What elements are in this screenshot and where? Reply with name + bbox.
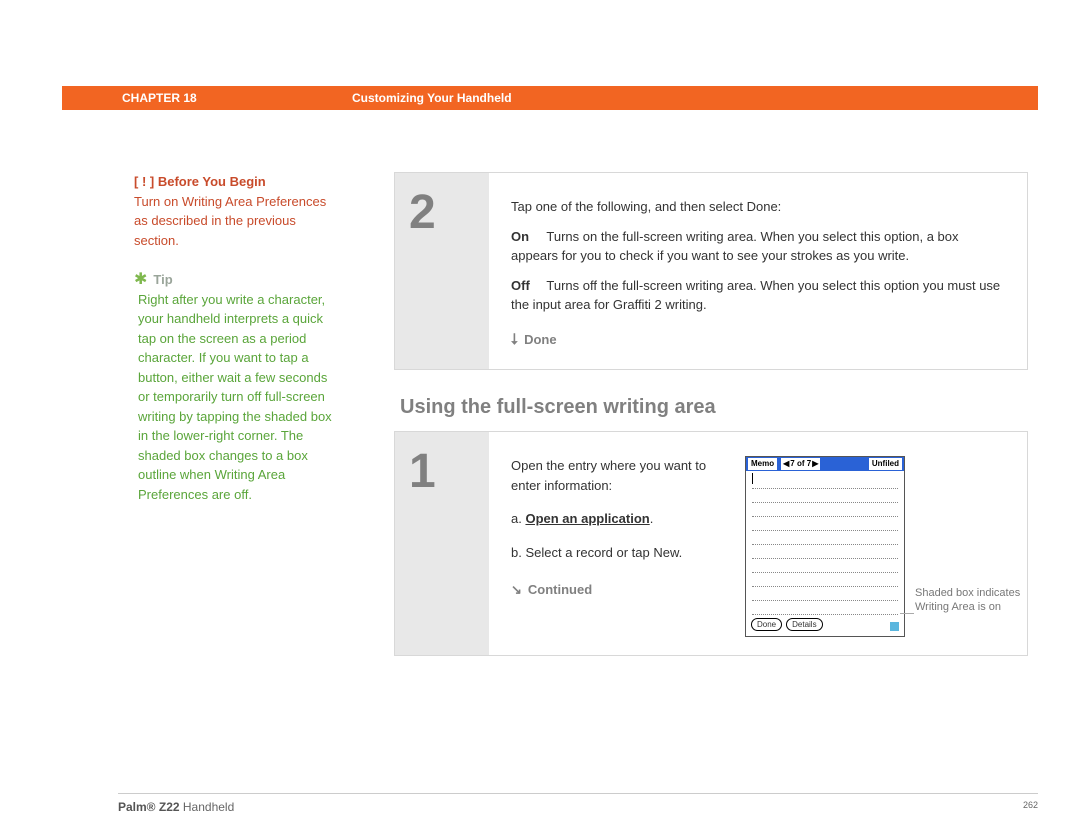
step-1-text: Open the entry where you want to enter i… [511, 456, 727, 637]
nav-left-icon: ◀ [783, 458, 789, 470]
done-label: Done [524, 330, 557, 350]
product-name: Palm® Z22 Handheld [118, 800, 234, 814]
tip-body: Right after you write a character, your … [134, 290, 334, 505]
step-2-box: 2 Tap one of the following, and then sel… [394, 172, 1028, 370]
text-cursor [752, 473, 753, 484]
callout-text: Shaded box indicates Writing Area is on [915, 586, 1025, 615]
step-1-body: Open the entry where you want to enter i… [489, 432, 1027, 655]
memo-details-button[interactable]: Details [786, 618, 822, 631]
writing-area-indicator [890, 622, 899, 631]
chapter-header: CHAPTER 18 Customizing Your Handheld [62, 86, 1038, 110]
sidebar: [ ! ] Before You Begin Turn on Writing A… [134, 172, 334, 504]
step-2-body: Tap one of the following, and then selec… [489, 173, 1027, 369]
product-bold: Palm® Z22 [118, 800, 180, 814]
continued-row: ↘ Continued [511, 580, 727, 600]
step-1-box: 1 Open the entry where you want to enter… [394, 431, 1028, 656]
memo-footer: Done Details [746, 615, 904, 636]
tip-heading-row: ✱ Tip [134, 270, 334, 290]
before-begin-heading: Before You Begin [158, 174, 266, 189]
product-rest: Handheld [180, 800, 235, 814]
chapter-label: CHAPTER 18 [122, 91, 352, 105]
option-on: On Turns on the full-screen writing area… [511, 227, 1005, 266]
arrow-diag-icon: ↘ [511, 580, 522, 600]
substep-a-suffix: . [650, 511, 654, 526]
star-icon: ✱ [134, 272, 147, 288]
callout-line [900, 613, 914, 614]
memo-nav-text: 7 of 7 [790, 458, 811, 470]
before-you-begin: [ ! ] Before You Begin Turn on Writing A… [134, 172, 334, 250]
memo-title: Memo [748, 458, 777, 470]
section-title: Using the full-screen writing area [400, 396, 1028, 419]
option-on-text: Turns on the full-screen writing area. W… [511, 229, 959, 264]
step-2-number: 2 [395, 173, 489, 369]
option-off-text: Turns off the full-screen writing area. … [511, 278, 1000, 313]
substep-a-prefix: a. [511, 511, 522, 526]
option-off: Off Turns off the full-screen writing ar… [511, 276, 1005, 315]
continued-label: Continued [528, 580, 592, 600]
step-1-intro: Open the entry where you want to enter i… [511, 456, 727, 495]
memo-nav: ◀ 7 of 7 ▶ [781, 458, 820, 470]
substep-b: b. Select a record or tap New. [511, 543, 727, 563]
footer: Palm® Z22 Handheld 262 [118, 793, 1038, 814]
memo-figure: Memo ◀ 7 of 7 ▶ Unfiled [745, 456, 1005, 637]
memo-screen: Memo ◀ 7 of 7 ▶ Unfiled [745, 456, 905, 637]
before-begin-marker: [ ! ] [134, 174, 154, 189]
before-begin-body: Turn on Writing Area Preferences as desc… [134, 192, 334, 251]
substep-a: a. Open an application. [511, 509, 727, 529]
chapter-title: Customizing Your Handheld [352, 91, 512, 105]
memo-category: Unfiled [869, 458, 902, 470]
arrow-down-icon: ⭣ [511, 329, 518, 352]
tip-label: Tip [153, 270, 172, 290]
memo-lines [746, 471, 904, 615]
memo-done-button[interactable]: Done [751, 618, 782, 631]
main-content: 2 Tap one of the following, and then sel… [394, 172, 1028, 656]
memo-header: Memo ◀ 7 of 7 ▶ Unfiled [746, 457, 904, 471]
option-on-label: On [511, 227, 543, 247]
option-off-label: Off [511, 276, 543, 296]
open-application-link[interactable]: Open an application [525, 511, 649, 526]
page-number: 262 [1023, 800, 1038, 814]
nav-right-icon: ▶ [812, 458, 818, 470]
done-row: ⭣ Done [511, 329, 1005, 352]
step-2-intro: Tap one of the following, and then selec… [511, 197, 1005, 217]
step-1-number: 1 [395, 432, 489, 655]
